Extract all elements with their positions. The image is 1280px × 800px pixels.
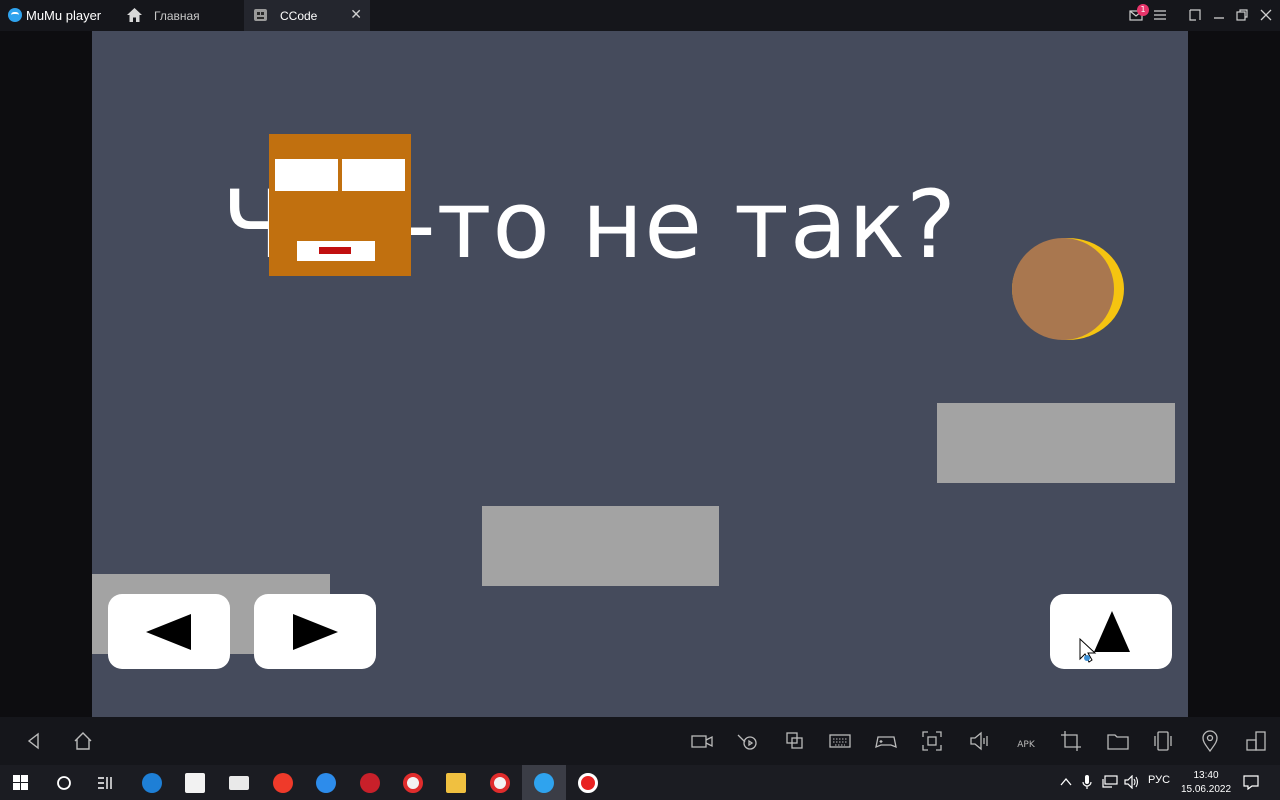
keyboard-icon[interactable] [829, 730, 851, 752]
game-screen[interactable]: Что-то не так? [92, 31, 1188, 717]
taskbar-yandex-browser-2[interactable] [478, 765, 522, 800]
player-mouth [297, 241, 375, 261]
edge-icon [142, 773, 162, 793]
volume-icon[interactable] [968, 730, 990, 752]
microphone-icon[interactable] [1082, 774, 1092, 790]
taskbar-yandex[interactable] [261, 765, 305, 800]
tab-ccode[interactable]: CCode ✕ [244, 0, 370, 31]
network-icon[interactable] [1102, 775, 1118, 789]
coin-face [1012, 238, 1114, 340]
gamepad-icon[interactable] [875, 730, 897, 752]
crop-icon[interactable] [1060, 730, 1082, 752]
app-icon [254, 9, 267, 21]
speaker-icon[interactable] [1124, 775, 1140, 789]
mail-app-icon [229, 776, 249, 790]
store-icon [185, 773, 205, 793]
close-window-icon[interactable] [1259, 8, 1273, 22]
yandex-browser-icon [490, 773, 510, 793]
title-bar: MuMu player Главная CCode ✕ 1 [0, 0, 1280, 31]
yandex-icon [273, 773, 293, 793]
right-margin [1188, 31, 1280, 717]
home-icon[interactable] [72, 730, 94, 752]
left-button[interactable] [108, 594, 230, 669]
pin-icon[interactable] [1188, 8, 1202, 22]
home-icon [127, 8, 142, 22]
coin [1012, 238, 1124, 340]
notification-badge: 1 [1137, 4, 1149, 16]
player-right-eye [342, 159, 405, 191]
emulator-toolbar: APK [0, 717, 1280, 765]
language-indicator[interactable]: РУС [1148, 774, 1170, 786]
back-icon[interactable] [23, 730, 45, 752]
left-margin [0, 31, 92, 717]
tab-home[interactable]: Главная [118, 0, 243, 31]
arrow-up-icon [1079, 611, 1130, 663]
player-left-eye [275, 159, 338, 191]
taskbar-mumu[interactable] [522, 765, 566, 800]
yandex-browser-icon [403, 773, 423, 793]
tab-home-label: Главная [154, 9, 200, 23]
record-app-icon [578, 773, 598, 793]
location-icon[interactable] [1199, 730, 1221, 752]
clock-time: 13:40 [1193, 770, 1219, 781]
app-red-icon [360, 773, 380, 793]
multi-instance-icon[interactable] [784, 730, 806, 752]
apk-install-icon[interactable]: APK [1013, 730, 1039, 752]
menu-icon[interactable] [1153, 8, 1167, 22]
chevron-up-icon[interactable] [1060, 777, 1072, 787]
operation-recorder-icon[interactable] [737, 730, 759, 752]
sync-icon[interactable] [1245, 730, 1267, 752]
folder-icon[interactable] [1107, 730, 1129, 752]
task-view-icon[interactable] [97, 775, 115, 791]
platform-right [937, 403, 1175, 483]
search-icon[interactable] [56, 775, 72, 791]
taskbar-mail[interactable] [217, 765, 261, 800]
tab-ccode-label: CCode [280, 9, 318, 23]
jump-button[interactable] [1050, 594, 1172, 669]
platform-middle [482, 506, 719, 586]
clock-date: 15.06.2022 [1180, 784, 1232, 795]
arrow-right-icon [293, 614, 338, 650]
arrow-left-icon [146, 614, 191, 650]
taskbar-yandex-browser[interactable] [391, 765, 435, 800]
record-icon[interactable] [691, 730, 713, 752]
player-mouth-inner [319, 247, 351, 254]
close-tab-icon[interactable]: ✕ [350, 6, 362, 23]
taskbar-app-red[interactable] [348, 765, 392, 800]
folder-explorer-icon [446, 773, 466, 793]
zoom-icon [316, 773, 336, 793]
app-title: MuMu player [26, 8, 102, 23]
player-character [269, 134, 411, 276]
rotate-icon[interactable] [1152, 730, 1174, 752]
windows-start-icon[interactable] [13, 775, 29, 791]
windows-taskbar: РУС 13:40 15.06.2022 [0, 765, 1280, 800]
clock[interactable]: 13:40 15.06.2022 [1178, 769, 1234, 797]
taskbar-explorer[interactable] [434, 765, 478, 800]
taskbar-zoom[interactable] [304, 765, 348, 800]
right-button[interactable] [254, 594, 376, 669]
taskbar-store[interactable] [173, 765, 217, 800]
fullscreen-icon[interactable] [921, 730, 943, 752]
taskbar-recorder[interactable] [566, 765, 610, 800]
minimize-icon[interactable] [1212, 8, 1226, 22]
mumu-icon [534, 773, 554, 793]
taskbar-edge[interactable] [130, 765, 174, 800]
notifications-icon[interactable] [1243, 774, 1259, 790]
restore-icon[interactable] [1235, 8, 1249, 22]
mumu-logo-icon [8, 8, 22, 22]
